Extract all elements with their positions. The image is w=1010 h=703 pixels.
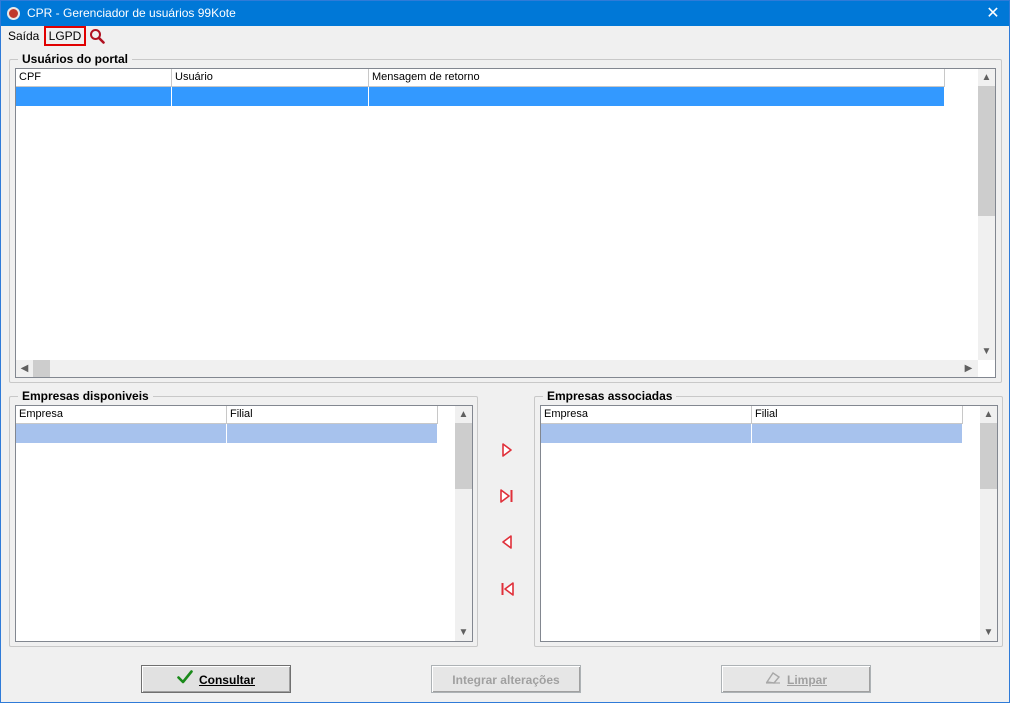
scroll-up-icon[interactable]: ▲ bbox=[978, 69, 995, 86]
limpar-button[interactable]: Limpar bbox=[721, 665, 871, 693]
available-companies-group: Empresas disponiveis Empresa Filial ▲ ▼ bbox=[9, 389, 478, 647]
cell-usuario[interactable] bbox=[172, 87, 369, 106]
column-header-filial[interactable]: Filial bbox=[227, 406, 438, 424]
column-header-mensagem[interactable]: Mensagem de retorno bbox=[369, 69, 945, 87]
column-header-empresa[interactable]: Empresa bbox=[16, 406, 227, 424]
associated-companies-header: Empresa Filial bbox=[541, 406, 963, 424]
portal-users-title: Usuários do portal bbox=[18, 52, 133, 66]
column-header-empresa[interactable]: Empresa bbox=[541, 406, 752, 424]
available-companies-vscrollbar[interactable]: ▲ ▼ bbox=[455, 406, 472, 641]
main-window: CPR - Gerenciador de usuários 99Kote ✕ S… bbox=[0, 0, 1010, 703]
scroll-up-icon[interactable]: ▲ bbox=[455, 406, 472, 423]
vscroll-thumb[interactable] bbox=[980, 423, 997, 489]
portal-users-grid[interactable]: CPF Usuário Mensagem de retorno ▲ ▼ ◀ ▶ bbox=[15, 68, 996, 378]
vscroll-thumb[interactable] bbox=[455, 423, 472, 489]
portal-users-group: Usuários do portal CPF Usuário Mensagem … bbox=[9, 52, 1002, 383]
associated-companies-vscrollbar[interactable]: ▲ ▼ bbox=[980, 406, 997, 641]
column-header-cpf[interactable]: CPF bbox=[16, 69, 172, 87]
cell-filial[interactable] bbox=[227, 424, 438, 443]
eraser-icon bbox=[765, 667, 781, 693]
cell-filial[interactable] bbox=[752, 424, 963, 443]
available-companies-header: Empresa Filial bbox=[16, 406, 438, 424]
move-left-button[interactable] bbox=[499, 534, 515, 550]
integrar-alteracoes-button[interactable]: Integrar alterações bbox=[431, 665, 581, 693]
window-title: CPR - Gerenciador de usuários 99Kote bbox=[27, 6, 236, 20]
portal-users-header: CPF Usuário Mensagem de retorno bbox=[16, 69, 945, 87]
move-right-button[interactable] bbox=[499, 442, 515, 458]
move-right-icon bbox=[502, 443, 512, 457]
scroll-right-icon[interactable]: ▶ bbox=[960, 360, 977, 377]
table-row[interactable] bbox=[16, 424, 438, 443]
close-button[interactable]: ✕ bbox=[983, 4, 1003, 23]
scroll-left-icon[interactable]: ◀ bbox=[16, 360, 33, 377]
column-header-filial[interactable]: Filial bbox=[752, 406, 963, 424]
search-icon[interactable] bbox=[89, 28, 105, 44]
cell-mensagem[interactable] bbox=[369, 87, 945, 106]
portal-users-hscrollbar[interactable]: ◀ ▶ bbox=[16, 360, 978, 377]
move-left-icon bbox=[502, 535, 512, 549]
scroll-down-icon[interactable]: ▼ bbox=[980, 624, 997, 641]
cell-empresa[interactable] bbox=[16, 424, 227, 443]
associated-companies-grid[interactable]: Empresa Filial ▲ ▼ bbox=[540, 405, 998, 642]
portal-users-vscrollbar[interactable]: ▲ ▼ bbox=[978, 69, 995, 360]
move-all-left-icon bbox=[501, 582, 514, 596]
associated-companies-title: Empresas associadas bbox=[543, 389, 677, 403]
cell-cpf[interactable] bbox=[16, 87, 172, 106]
available-companies-title: Empresas disponiveis bbox=[18, 389, 153, 403]
integrar-label: Integrar alterações bbox=[452, 672, 560, 687]
menu-saida[interactable]: Saída bbox=[8, 28, 39, 44]
associated-companies-group: Empresas associadas Empresa Filial ▲ ▼ bbox=[534, 389, 1003, 647]
checkmark-icon bbox=[177, 667, 193, 693]
limpar-label: Limpar bbox=[786, 672, 827, 687]
menu-bar: Saída LGPD bbox=[1, 26, 1009, 46]
consultar-button[interactable]: Consultar bbox=[141, 665, 291, 693]
move-all-left-button[interactable] bbox=[499, 581, 515, 597]
app-logo-icon bbox=[7, 7, 20, 20]
scroll-down-icon[interactable]: ▼ bbox=[978, 343, 995, 360]
move-all-right-icon bbox=[500, 489, 513, 503]
consultar-label: Consultar bbox=[198, 672, 255, 687]
scroll-up-icon[interactable]: ▲ bbox=[980, 406, 997, 423]
table-row[interactable] bbox=[16, 87, 945, 106]
table-row[interactable] bbox=[541, 424, 963, 443]
vscroll-thumb[interactable] bbox=[978, 86, 995, 216]
available-companies-grid[interactable]: Empresa Filial ▲ ▼ bbox=[15, 405, 473, 642]
menu-lgpd[interactable]: LGPD bbox=[44, 26, 86, 46]
hscroll-thumb[interactable] bbox=[33, 360, 50, 377]
move-all-right-button[interactable] bbox=[499, 488, 515, 504]
column-header-usuario[interactable]: Usuário bbox=[172, 69, 369, 87]
scroll-down-icon[interactable]: ▼ bbox=[455, 624, 472, 641]
cell-empresa[interactable] bbox=[541, 424, 752, 443]
title-bar: CPR - Gerenciador de usuários 99Kote ✕ bbox=[1, 1, 1009, 26]
